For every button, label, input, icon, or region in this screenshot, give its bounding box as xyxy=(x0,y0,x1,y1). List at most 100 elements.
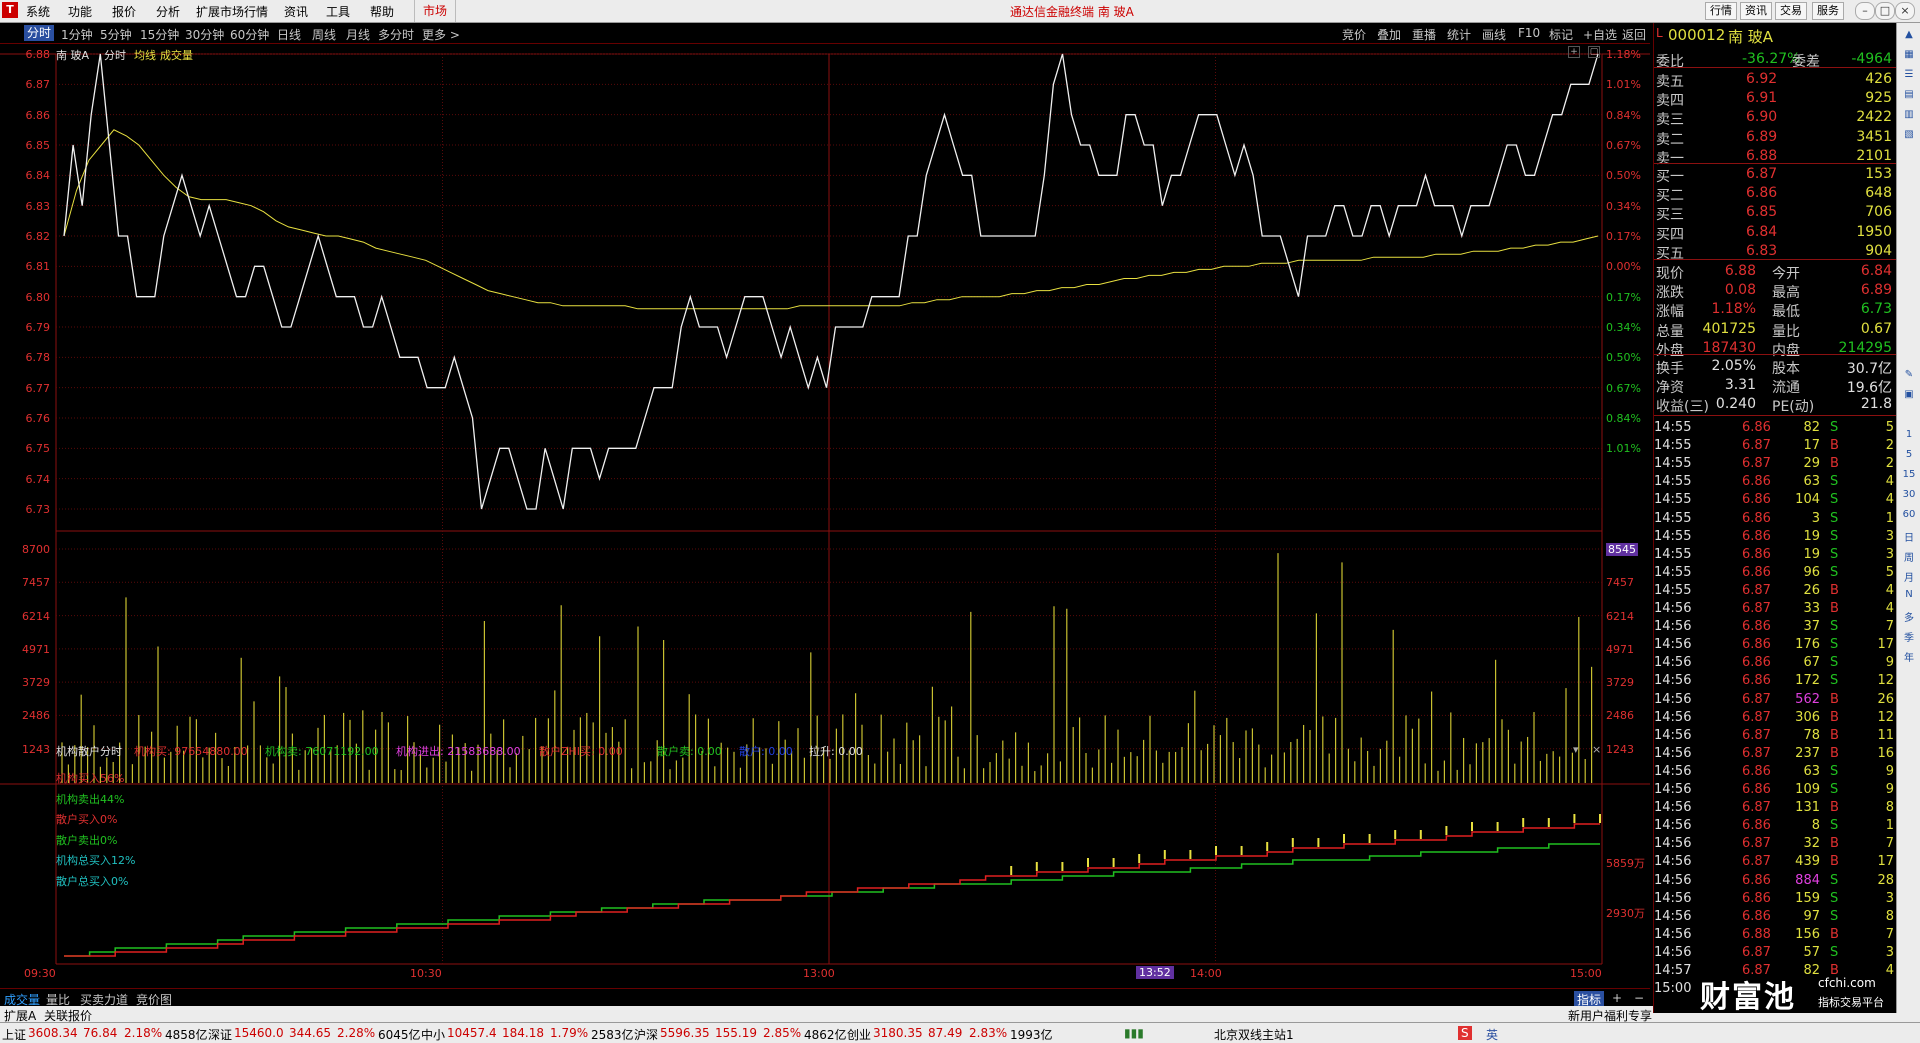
period-monthly[interactable]: 月线 xyxy=(346,26,370,43)
ask-volume: 2101 xyxy=(1856,147,1892,164)
menu-tools[interactable]: 工具 xyxy=(326,3,350,20)
minimize-icon[interactable]: – xyxy=(1855,2,1875,20)
menu-quote[interactable]: 报价 xyxy=(112,3,136,20)
tick-direction: B xyxy=(1830,727,1839,743)
tick-count: 1 xyxy=(1885,510,1894,526)
sidebar-arrow-icon[interactable]: ▲ xyxy=(1901,29,1917,43)
tick-direction: S xyxy=(1830,655,1839,671)
tick-volume: 97 xyxy=(1803,908,1820,924)
period-5min[interactable]: 5分钟 xyxy=(100,26,132,43)
sidebar-chart-icon[interactable]: ▤ xyxy=(1901,89,1917,103)
period-multi-intraday[interactable]: 多分时 xyxy=(378,26,414,43)
restore-icon[interactable]: □ xyxy=(1875,2,1895,20)
volume-tick: 6214 xyxy=(22,609,50,623)
period-15min[interactable]: 15分钟 xyxy=(140,26,179,43)
sidebar-n-icon[interactable]: N xyxy=(1901,589,1917,603)
period-60min[interactable]: 60分钟 xyxy=(230,26,269,43)
btn-news[interactable]: 资讯 xyxy=(1740,2,1772,20)
tick-price: 6.86 xyxy=(1742,763,1771,779)
sidebar-30min-icon[interactable]: 30 xyxy=(1901,489,1917,503)
period-30min[interactable]: 30分钟 xyxy=(185,26,224,43)
indicator-legend-item: 机构买入56% xyxy=(56,772,125,785)
close-icon[interactable]: × xyxy=(1895,2,1915,20)
maximize-icon[interactable]: ▢ xyxy=(1588,46,1600,58)
indicator-field: 散户卖: 0.00 xyxy=(657,745,722,758)
sidebar-multi-icon[interactable]: 多 xyxy=(1901,609,1917,624)
stat-value: 19.6亿 xyxy=(1846,380,1892,397)
tool-stats[interactable]: 统计 xyxy=(1447,26,1471,43)
menu-analysis[interactable]: 分析 xyxy=(156,3,180,20)
sidebar-table-icon[interactable]: ▧ xyxy=(1901,129,1917,143)
ime-lang[interactable]: 英 xyxy=(1486,1026,1498,1043)
server-name[interactable]: 北京双线主站1 xyxy=(1214,1026,1294,1043)
tick-volume: 104 xyxy=(1795,492,1820,508)
sidebar-day-icon[interactable]: 日 xyxy=(1901,529,1917,544)
bid-label: 买一 xyxy=(1656,169,1684,185)
sidebar-bars-icon[interactable]: ▥ xyxy=(1901,109,1917,123)
stat-label: 股本 xyxy=(1772,361,1800,377)
period-more[interactable]: 更多 > xyxy=(422,26,460,43)
tool-replay[interactable]: 重播 xyxy=(1412,26,1436,43)
tool-f10[interactable]: F10 xyxy=(1518,26,1540,40)
tick-direction: B xyxy=(1830,854,1839,870)
tick-count: 7 xyxy=(1885,926,1894,942)
menu-function[interactable]: 功能 xyxy=(68,3,92,20)
sidebar-15min-icon[interactable]: 15 xyxy=(1901,469,1917,483)
index-pct: 1.79% xyxy=(550,1026,589,1040)
intraday-chart-canvas[interactable] xyxy=(0,44,1650,988)
sidebar-year-icon[interactable]: 年 xyxy=(1901,649,1917,664)
sidebar-week-icon[interactable]: 周 xyxy=(1901,549,1917,564)
zoom-out-button[interactable]: − xyxy=(1634,991,1644,1005)
sidebar-list-icon[interactable]: ☰ xyxy=(1901,69,1917,83)
tool-auction[interactable]: 竞价 xyxy=(1342,26,1366,43)
tick-price: 6.86 xyxy=(1742,890,1771,906)
tick-row: 14:56 6.87 78 B 11 xyxy=(1654,727,1896,746)
pct-tick: 0.34% xyxy=(1606,321,1641,334)
tick-volume: 562 xyxy=(1795,691,1820,707)
tick-count: 1 xyxy=(1885,818,1894,834)
ask-volume: 426 xyxy=(1865,71,1892,87)
indicator-close-icon[interactable]: × xyxy=(1592,743,1601,756)
indicator-title[interactable]: 机构散户分时 xyxy=(56,743,122,759)
sidebar-month-icon[interactable]: 月 xyxy=(1901,569,1917,584)
menu-system[interactable]: 系统 xyxy=(26,3,50,20)
zoom-in-button[interactable]: + xyxy=(1612,991,1622,1005)
market-tab[interactable]: 市场 xyxy=(414,0,457,22)
sidebar-pencil-icon[interactable]: ✎ xyxy=(1901,369,1917,383)
period-daily[interactable]: 日线 xyxy=(277,26,301,43)
tool-overlay[interactable]: 叠加 xyxy=(1377,26,1401,43)
menu-help[interactable]: 帮助 xyxy=(370,3,394,20)
indicator-menu-icon[interactable]: ▾ xyxy=(1573,743,1579,756)
period-weekly[interactable]: 周线 xyxy=(312,26,336,43)
panel-divider xyxy=(1654,163,1896,164)
tick-count: 11 xyxy=(1877,727,1894,743)
sidebar-grid-icon[interactable]: ▦ xyxy=(1901,49,1917,63)
tick-direction: B xyxy=(1830,438,1839,454)
tool-add-watchlist[interactable]: +自选 xyxy=(1583,26,1617,43)
time-label-1030: 10:30 xyxy=(410,967,442,980)
btn-service[interactable]: 服务 xyxy=(1812,2,1844,20)
sidebar-1min-icon[interactable]: 1 xyxy=(1901,429,1917,443)
tool-draw[interactable]: 画线 xyxy=(1482,26,1506,43)
tool-mark[interactable]: 标记 xyxy=(1549,26,1573,43)
indicator-legend-item: 机构卖出44% xyxy=(56,792,125,806)
menu-ext-market[interactable]: 扩展市场行情 xyxy=(196,3,268,20)
tick-volume: 176 xyxy=(1795,637,1820,653)
tick-price: 6.87 xyxy=(1742,456,1771,472)
period-intraday[interactable]: 分时 xyxy=(24,25,55,41)
period-1min[interactable]: 1分钟 xyxy=(61,26,93,43)
tick-count: 3 xyxy=(1885,528,1894,544)
sidebar-fs-icon[interactable]: ▣ xyxy=(1901,389,1917,403)
expand-icon[interactable]: + xyxy=(1568,46,1580,58)
tick-volume: 159 xyxy=(1795,890,1820,906)
menu-news[interactable]: 资讯 xyxy=(284,3,308,20)
price-tick: 6.78 xyxy=(25,351,51,365)
chart-area[interactable]: 南 玻A 分时 均线 成交量 + ▢ 6.88 6.87 6.86 6.85 6.84 6… xyxy=(0,44,1650,988)
tool-back[interactable]: 返回 xyxy=(1622,26,1646,43)
btn-quotes[interactable]: 行情 xyxy=(1705,2,1737,20)
sidebar-60min-icon[interactable]: 60 xyxy=(1901,509,1917,523)
sidebar-season-icon[interactable]: 季 xyxy=(1901,629,1917,644)
tick-volume: 33 xyxy=(1803,601,1820,616)
btn-trade[interactable]: 交易 xyxy=(1775,2,1807,20)
sidebar-5min-icon[interactable]: 5 xyxy=(1901,449,1917,463)
